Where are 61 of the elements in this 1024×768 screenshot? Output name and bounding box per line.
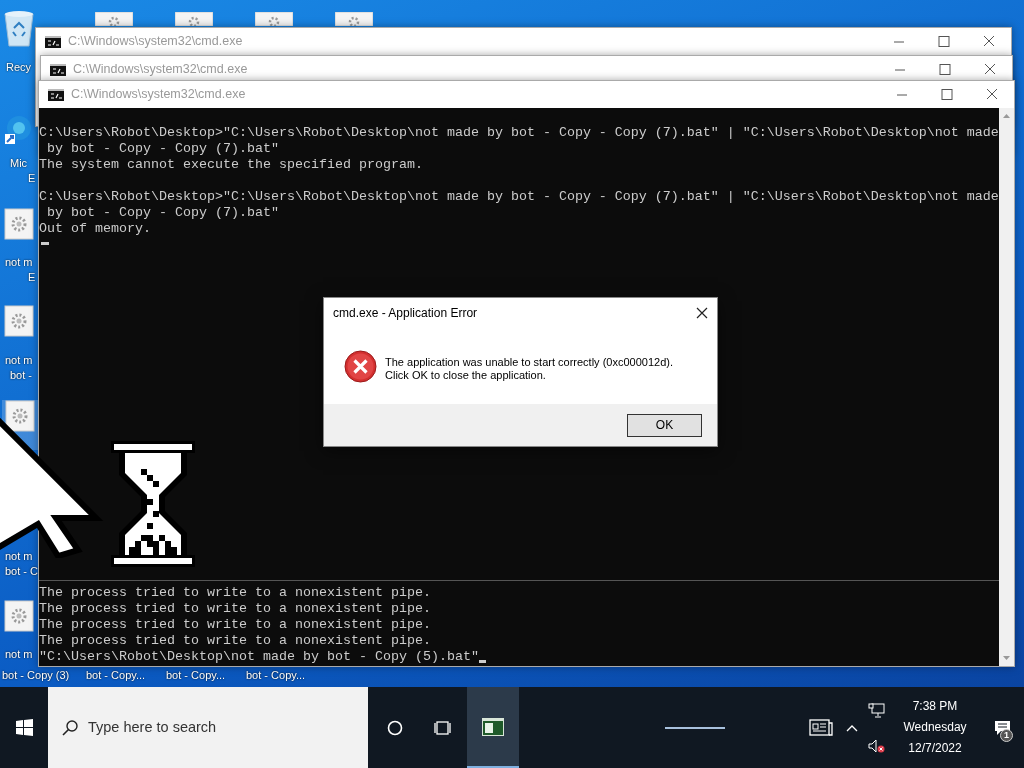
window-title: C:\Windows\system32\cmd.exe — [73, 61, 248, 79]
circle-icon[interactable] — [387, 719, 403, 736]
desktop-icon-label: E — [28, 171, 36, 186]
desktop-icon-label: not m — [5, 353, 33, 368]
dialog-title: cmd.exe - Application Error — [333, 305, 478, 322]
progress-line — [665, 726, 725, 729]
error-message: The application was unable to start correctly (0xc000012d). — [385, 356, 673, 369]
caret-icon[interactable] — [846, 723, 858, 732]
clock-time[interactable]: 7:38 PM — [912, 696, 958, 717]
console-line: "C:\Users\Robot\Desktop\not made by bot - Copy (5).bat" — [39, 649, 479, 665]
console-line: C:\Users\Robot\Desktop>"C:\Users\Robot\Desktop\not made by bot - Copy - Copy (7).bat" | "C:\Users\Robot\Desktop\not made — [39, 189, 999, 205]
text-cursor — [41, 242, 49, 245]
taskbar-app[interactable] — [467, 687, 519, 768]
desktop-icon-label: bot - Copy... — [86, 668, 146, 683]
desktop-icon-label: bot - Copy... — [246, 668, 306, 683]
network-icon[interactable] — [868, 702, 885, 719]
desktop-icon-label: not m — [5, 647, 33, 662]
console-line: C:\Users\Robot\Desktop>"C:\Users\Robot\Desktop\not made by bot - Copy - Copy (7).bat" | "C:\Users\Robot\Desktop\not made — [39, 125, 999, 141]
console-line: The system cannot execute the specified program. — [39, 157, 423, 173]
clock-day[interactable]: Wednesday — [903, 717, 967, 738]
console-icon — [50, 63, 66, 76]
console-line: by bot - Copy - Copy (7).bat" — [46, 205, 279, 221]
muted-speaker-icon[interactable] — [868, 738, 885, 753]
console-icon — [48, 88, 64, 101]
error-icon — [344, 350, 377, 383]
desktop-icon-label: bot - C — [5, 564, 38, 579]
news-icon[interactable] — [809, 719, 833, 736]
window-title: C:\Windows\system32\cmd.exe — [71, 86, 246, 104]
browser-icon[interactable] — [2, 115, 32, 145]
desktop-icon-label: bot - Copy (3) — [2, 668, 70, 683]
desktop-icon-label: not m — [5, 255, 33, 270]
scrollbar[interactable] — [999, 108, 1014, 666]
search-field[interactable]: Type here to search — [48, 687, 368, 768]
window-title: C:\Windows\system32\cmd.exe — [68, 33, 243, 51]
text-cursor — [478, 660, 486, 663]
notification-count: 1 — [1000, 729, 1013, 742]
clock-date[interactable]: 12/7/2022 — [908, 738, 962, 759]
desktop-icon-label: E — [28, 270, 36, 285]
console-icon — [45, 35, 61, 48]
console-line: The process tried to write to a nonexistent pipe. — [39, 617, 431, 633]
desktop-icon-label: Mic — [10, 156, 28, 171]
recycle-bin-icon[interactable] — [2, 8, 36, 48]
hourglass-icon — [111, 441, 195, 567]
task-view-icon[interactable] — [434, 719, 452, 736]
windows-logo-icon[interactable] — [15, 719, 33, 736]
console-app-icon — [482, 717, 504, 736]
console-line: The process tried to write to a nonexistent pipe. — [39, 633, 431, 649]
ok-button[interactable]: OK — [627, 413, 702, 437]
error-message: Click OK to close the application. — [385, 369, 547, 382]
desktop-icon-label: bot - — [10, 368, 32, 383]
desktop-icon-label: Recy — [6, 60, 32, 75]
close-icon[interactable] — [696, 307, 708, 319]
console-line: The process tried to write to a nonexistent pipe. — [39, 601, 431, 617]
search-icon — [62, 719, 78, 736]
file-gear-icon[interactable] — [5, 400, 35, 432]
search-placeholder: Type here to search — [88, 717, 217, 737]
console-line: Out of memory. — [39, 221, 151, 237]
desktop-icon-label: bot - Copy... — [166, 668, 226, 683]
desktop-icon-label: not m — [5, 549, 33, 564]
console-line: by bot - Copy - Copy (7).bat" — [46, 141, 279, 157]
console-line: The process tried to write to a nonexistent pipe. — [39, 585, 431, 601]
